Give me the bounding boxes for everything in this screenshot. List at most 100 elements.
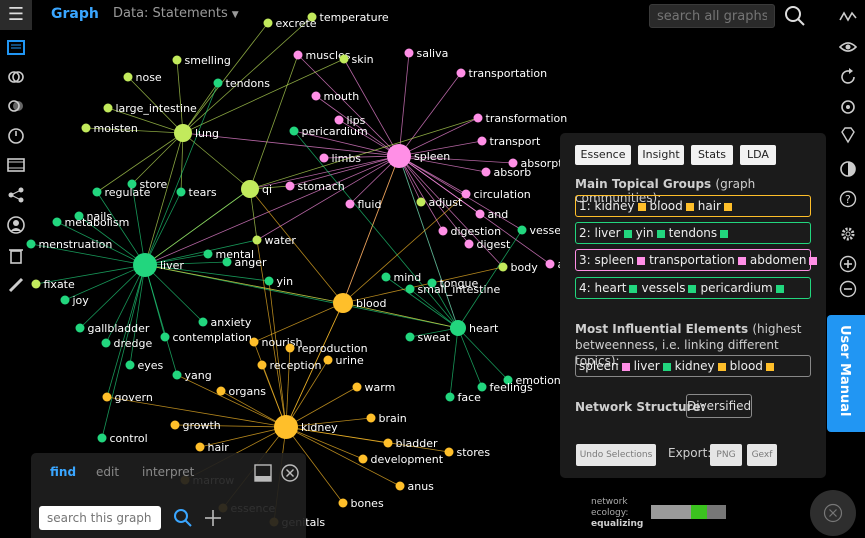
graph-node-water[interactable] (252, 235, 262, 245)
graph-node-transport[interactable] (477, 136, 487, 146)
search-icon[interactable] (173, 508, 193, 528)
graph-node-label[interactable]: limbs (332, 152, 362, 165)
graph-node-label[interactable]: yang (185, 369, 212, 382)
graph-node-label[interactable]: body (511, 261, 539, 274)
graph-node-label[interactable]: water (265, 234, 297, 247)
graph-node-moisten[interactable] (81, 123, 91, 133)
search-graph-input[interactable] (39, 506, 161, 530)
screen-icon[interactable] (7, 39, 25, 57)
graph-node-label[interactable]: yin (277, 275, 294, 288)
graph-node-and[interactable] (475, 209, 485, 219)
tab-find[interactable]: find (50, 465, 76, 479)
pulse-icon[interactable] (839, 8, 857, 26)
panel-toggle-icon[interactable] (254, 464, 272, 482)
graph-node-label[interactable]: face (458, 391, 482, 404)
graph-node-label[interactable]: skin (352, 53, 374, 66)
undo-selections-button[interactable]: Undo Selections (576, 444, 656, 466)
graph-node-label[interactable]: spleen (414, 150, 450, 163)
user-manual-button[interactable]: User Manual (827, 315, 865, 432)
graph-node-kidney[interactable] (274, 415, 298, 439)
graph-node-label[interactable]: development (371, 453, 444, 466)
graph-node-blood[interactable] (333, 293, 353, 313)
graph-node-mental[interactable] (203, 249, 213, 259)
gear-icon[interactable] (839, 225, 857, 243)
graph-node-saliva[interactable] (404, 48, 414, 58)
graph-node-eyes[interactable] (125, 360, 135, 370)
graph-node-label[interactable]: fluid (358, 198, 382, 211)
graph-node-label[interactable]: anus (408, 480, 435, 493)
graph-node-dredge[interactable] (101, 338, 111, 348)
graph-node-label[interactable]: regulate (105, 186, 151, 199)
graph-node-label[interactable]: stomach (298, 180, 345, 193)
graph-node-tendons[interactable] (213, 78, 223, 88)
graph-node-label[interactable]: lung (195, 127, 219, 140)
graph-node-pericardium[interactable] (289, 126, 299, 136)
close-button[interactable] (810, 490, 856, 536)
graph-node-limbs[interactable] (319, 153, 329, 163)
graph-node-regulate[interactable] (92, 187, 102, 197)
graph-node-label[interactable]: fixate (44, 278, 75, 291)
graph-node-label[interactable]: dredge (114, 337, 153, 350)
user-icon[interactable] (7, 216, 25, 234)
graph-node-label[interactable]: digestion (451, 225, 502, 238)
graph-node-label[interactable]: joy (72, 294, 90, 307)
graph-node-urine[interactable] (323, 355, 333, 365)
topic-group-2[interactable]: 2: liver yin tendons (575, 222, 811, 244)
graph-node-label[interactable]: blood (356, 297, 386, 310)
graph-node-hair[interactable] (195, 442, 205, 452)
graph-node-label[interactable]: warm (365, 381, 396, 394)
graph-node-tears[interactable] (176, 187, 186, 197)
graph-node-label[interactable]: circulation (474, 188, 531, 201)
graph-node-label[interactable]: stores (457, 446, 491, 459)
graph-node-label[interactable]: reception (270, 359, 322, 372)
graph-node-liver[interactable] (133, 253, 157, 277)
search-all-graphs-input[interactable] (649, 4, 775, 28)
layers-icon[interactable] (7, 68, 25, 86)
pen-icon[interactable] (7, 276, 25, 294)
graph-node-skin[interactable] (339, 54, 349, 64)
graph-node-label[interactable]: anxiety (211, 316, 252, 329)
graph-node-large_intestine[interactable] (103, 103, 113, 113)
graph-node-sweat[interactable] (405, 332, 415, 342)
graph-node-qi[interactable] (241, 180, 259, 198)
graph-node-label[interactable]: heart (469, 322, 499, 335)
trash-icon[interactable] (7, 246, 25, 264)
tab-edit[interactable]: edit (96, 465, 119, 479)
graph-node-spleen[interactable] (387, 144, 411, 168)
graph-node-label[interactable]: tendons (226, 77, 271, 90)
graph-node-label[interactable]: qi (262, 183, 272, 196)
graph-node-muscles[interactable] (293, 50, 303, 60)
graph-node-contemplation[interactable] (160, 332, 170, 342)
add-icon[interactable] (203, 508, 223, 528)
graph-node-label[interactable]: bladder (396, 437, 439, 450)
graph-view-link[interactable]: Graph (51, 6, 99, 22)
graph-node-lung[interactable] (174, 124, 192, 142)
search-icon[interactable] (784, 5, 806, 27)
graph-node-body[interactable] (498, 262, 508, 272)
graph-node-face[interactable] (445, 392, 455, 402)
topic-group-3[interactable]: 3: spleen transportation abdomen (575, 249, 818, 271)
refresh-icon[interactable] (839, 68, 857, 86)
graph-node-lips[interactable] (334, 115, 344, 125)
graph-node-label[interactable]: digest (477, 238, 512, 251)
overlap-icon[interactable] (7, 97, 25, 115)
graph-node-nose[interactable] (123, 72, 133, 82)
influential-elements[interactable]: spleen liver kidney blood (575, 355, 811, 377)
share-icon[interactable] (7, 186, 25, 204)
graph-node-bladder[interactable] (383, 438, 393, 448)
graph-node-small_intestine[interactable] (405, 284, 415, 294)
tab-insight[interactable]: Insight (638, 145, 684, 165)
menu-icon[interactable]: ☰ (0, 0, 32, 30)
graph-node-label[interactable]: transformation (486, 112, 568, 125)
graph-node-govern[interactable] (102, 392, 112, 402)
dataset-selector[interactable]: Data: Statements ▼ (113, 6, 239, 21)
graph-node-control[interactable] (97, 433, 107, 443)
graph-node-anger[interactable] (222, 257, 232, 267)
topic-group-4[interactable]: 4: heart vessels pericardium (575, 277, 811, 299)
graph-node-label[interactable]: mouth (324, 90, 360, 103)
graph-node-label[interactable]: brain (379, 412, 407, 425)
graph-node-transformation[interactable] (473, 113, 483, 123)
graph-node-fluid[interactable] (345, 199, 355, 209)
graph-node-mouth[interactable] (311, 91, 321, 101)
tab-stats[interactable]: Stats (691, 145, 733, 165)
